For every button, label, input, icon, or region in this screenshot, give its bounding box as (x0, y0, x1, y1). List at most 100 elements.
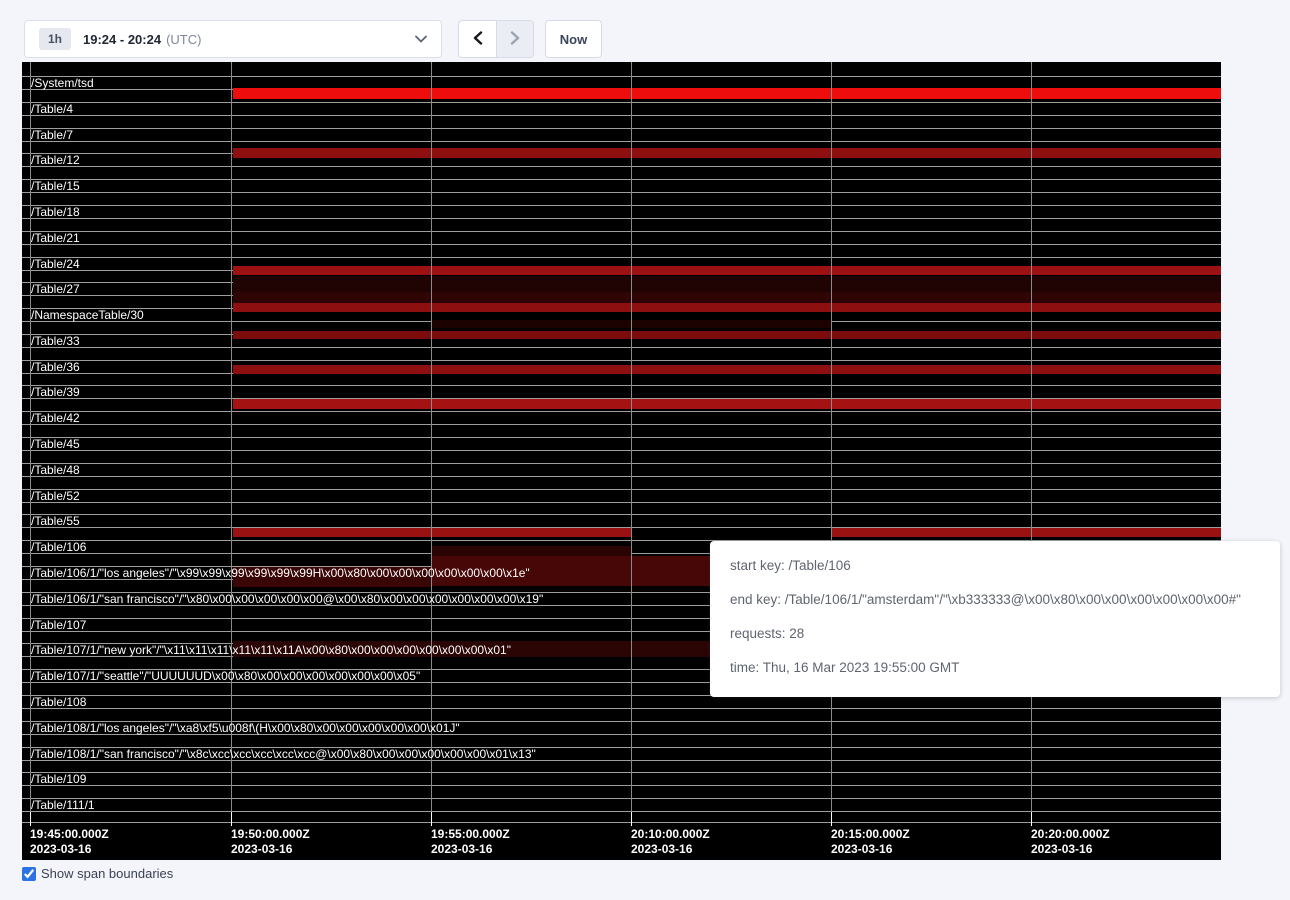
x-tick-date: 2023-03-16 (1031, 843, 1092, 856)
time-window-label: 19:24 - 20:24 (83, 32, 161, 47)
span-band[interactable] (233, 88, 1221, 99)
show-span-boundaries-checkbox[interactable] (22, 867, 36, 881)
span-boundary-line (22, 747, 1221, 748)
span-boundary-line (22, 514, 1221, 515)
row-label: /Table/107/1/"seattle"/"UUUUUUD\x00\x80\… (31, 669, 420, 683)
row-label: /Table/109 (31, 772, 86, 786)
time-gridline (431, 62, 432, 822)
span-boundary-line (22, 411, 1221, 412)
span-boundary-line (22, 785, 1221, 786)
span-band[interactable] (233, 148, 1221, 158)
time-nav-group (458, 20, 534, 58)
span-boundary-line (22, 811, 1221, 812)
tooltip-requests: requests: 28 (730, 624, 1260, 644)
time-range-select[interactable]: 1h 19:24 - 20:24 (UTC) (24, 20, 442, 58)
show-span-boundaries-label: Show span boundaries (41, 866, 173, 881)
span-boundary-line (22, 115, 1221, 116)
x-tick-time: 20:20:00.000Z (1031, 828, 1110, 841)
span-boundary-line (22, 772, 1221, 773)
span-boundary-line (22, 205, 1221, 206)
next-time-button[interactable] (496, 20, 534, 58)
time-gridline (1031, 62, 1032, 822)
span-boundary-line (22, 502, 1221, 503)
tooltip-time: time: Thu, 16 Mar 2023 19:55:00 GMT (730, 658, 1260, 678)
span-band[interactable] (431, 546, 631, 556)
span-boundary-line (22, 347, 1221, 348)
chevron-right-icon (509, 31, 521, 48)
row-label: /Table/106/1/"san francisco"/"\x80\x00\x… (31, 592, 543, 606)
time-gridline (30, 62, 31, 822)
span-band[interactable] (431, 556, 710, 586)
row-label: /Table/111/1 (31, 798, 95, 812)
row-label: /NamespaceTable/30 (31, 308, 144, 322)
chevron-down-icon (415, 35, 427, 43)
now-button[interactable]: Now (545, 20, 602, 58)
row-label: /Table/108/1/"los angeles"/"\xa8\xf5\u00… (31, 721, 460, 735)
x-tick-mark (1031, 812, 1032, 826)
time-gridline (231, 62, 232, 822)
span-band[interactable] (233, 331, 1221, 339)
span-band[interactable] (233, 399, 1221, 409)
span-boundary-line (22, 721, 1221, 722)
row-label: /Table/33 (31, 334, 80, 348)
x-tick-mark (231, 812, 232, 826)
span-boundary-line (22, 218, 1221, 219)
span-band[interactable] (233, 528, 631, 537)
span-band[interactable] (233, 567, 431, 587)
x-tick-mark (431, 812, 432, 826)
span-boundary-line (22, 489, 1221, 490)
x-tick-time: 19:45:00.000Z (30, 828, 109, 841)
span-boundary-line (22, 244, 1221, 245)
span-boundary-line (22, 179, 1221, 180)
x-tick-time: 19:50:00.000Z (231, 828, 310, 841)
prev-time-button[interactable] (458, 20, 496, 58)
x-tick-time: 20:15:00.000Z (831, 828, 910, 841)
row-label: /Table/108/1/"san francisco"/"\x8c\xcc\x… (31, 747, 536, 761)
span-boundary-line (22, 734, 1221, 735)
row-label: /Table/39 (31, 385, 80, 399)
key-visualizer-chart[interactable]: /System/tsd/Table/4/Table/7/Table/12/Tab… (22, 62, 1221, 860)
span-boundary-line (22, 708, 1221, 709)
span-boundary-line (22, 102, 1221, 103)
span-boundary-line (22, 822, 1221, 823)
x-tick-time: 20:10:00.000Z (631, 828, 710, 841)
x-tick-time: 19:55:00.000Z (431, 828, 510, 841)
span-boundary-line (22, 257, 1221, 258)
span-band[interactable] (233, 365, 1221, 374)
span-boundary-line (22, 798, 1221, 799)
span-band[interactable] (233, 641, 710, 657)
span-boundary-line (22, 166, 1221, 167)
x-tick-date: 2023-03-16 (30, 843, 91, 856)
span-boundary-line (22, 424, 1221, 425)
time-gridline (831, 62, 832, 822)
row-label: /Table/106 (31, 540, 86, 554)
row-label: /Table/12 (31, 153, 80, 167)
span-boundary-line (22, 360, 1221, 361)
span-boundary-line (22, 192, 1221, 193)
row-label: /System/tsd (31, 76, 94, 90)
span-tooltip: start key: /Table/106 end key: /Table/10… (710, 541, 1280, 697)
row-label: /Table/27 (31, 282, 80, 296)
x-tick-mark (631, 812, 632, 826)
row-label: /Table/52 (31, 489, 80, 503)
x-tick-mark (831, 812, 832, 826)
row-label: /Table/108 (31, 695, 86, 709)
row-label: /Table/42 (31, 411, 80, 425)
show-span-boundaries-control: Show span boundaries (22, 866, 173, 881)
span-band[interactable] (233, 266, 1221, 275)
span-boundary-line (22, 463, 1221, 464)
row-label: /Table/55 (31, 514, 80, 528)
time-window-badge: 1h (39, 28, 71, 50)
span-boundary-line (22, 437, 1221, 438)
x-tick-date: 2023-03-16 (231, 843, 292, 856)
span-band[interactable] (233, 303, 1221, 312)
row-label: /Table/107 (31, 618, 86, 632)
row-label: /Table/7 (31, 128, 73, 142)
x-tick-date: 2023-03-16 (431, 843, 492, 856)
span-band[interactable] (831, 528, 1221, 537)
span-band[interactable] (233, 292, 1221, 303)
utc-label: (UTC) (166, 32, 201, 47)
time-gridline (631, 62, 632, 822)
span-boundary-line (22, 450, 1221, 451)
span-boundary-line (22, 231, 1221, 232)
